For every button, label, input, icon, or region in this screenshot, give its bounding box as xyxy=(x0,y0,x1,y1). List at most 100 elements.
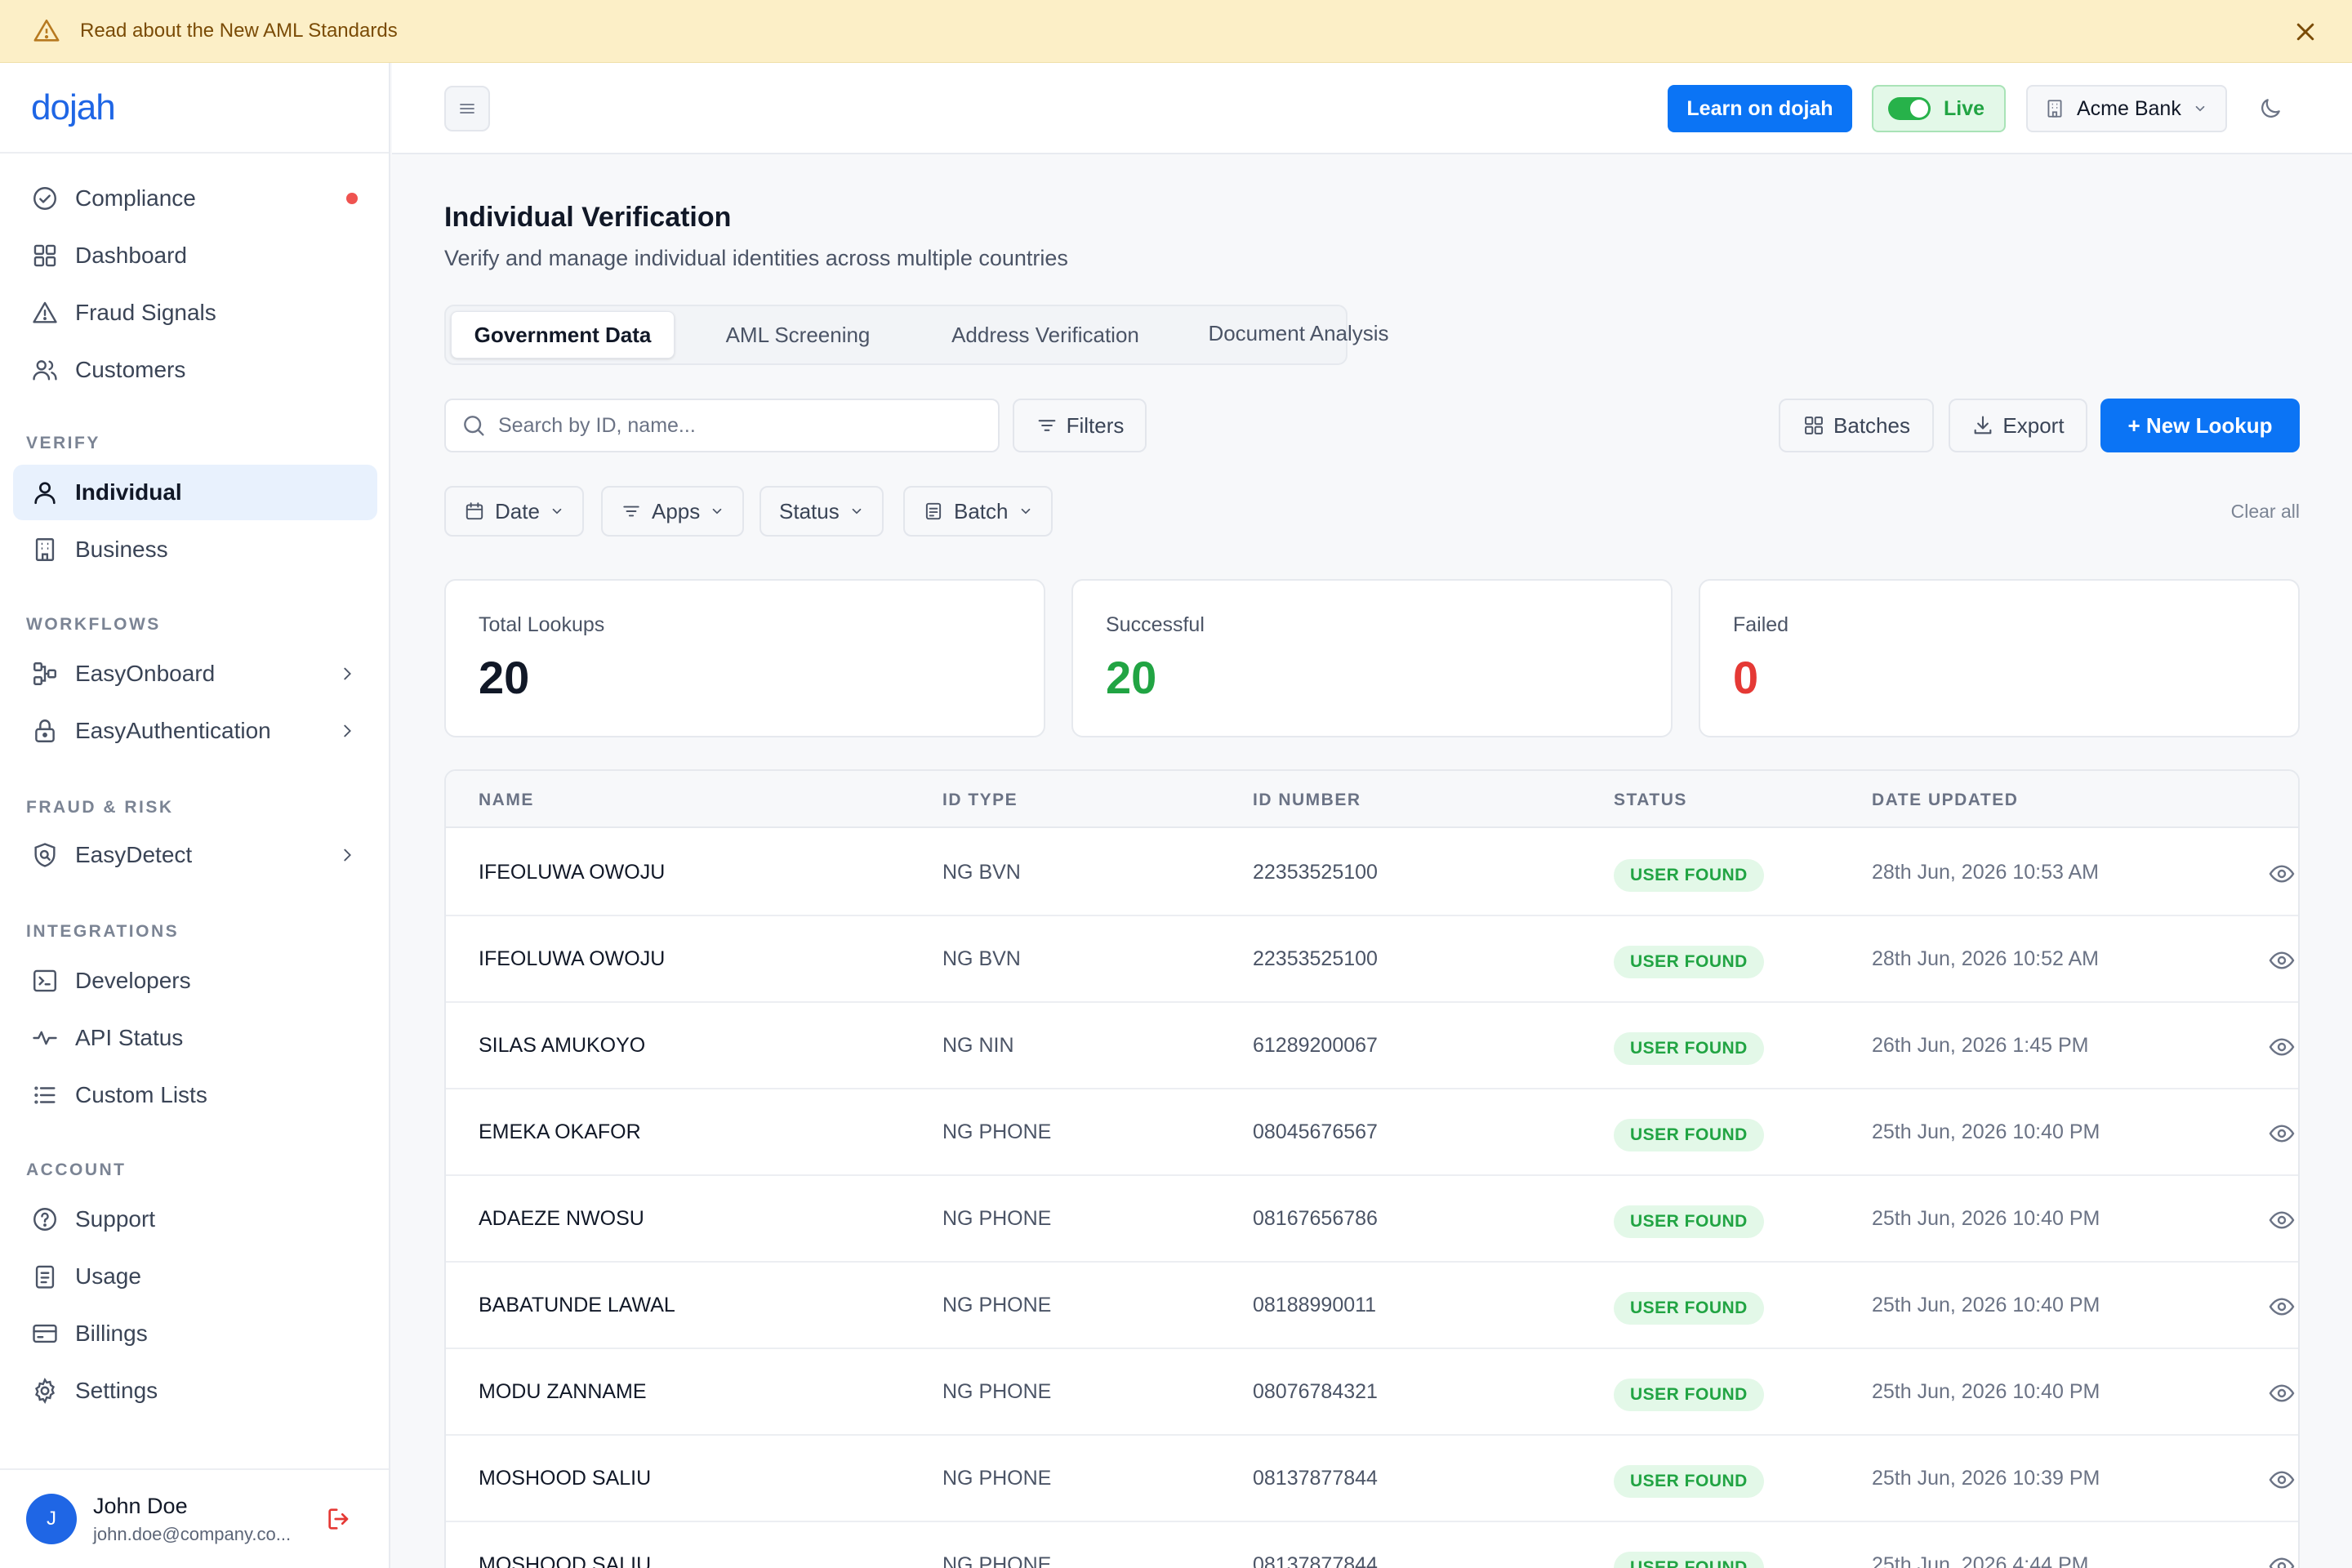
apps-filter-chip[interactable]: Apps xyxy=(601,486,745,537)
flow-icon xyxy=(33,662,56,685)
tab-document-analysis[interactable]: Document Analysis xyxy=(1176,310,1421,357)
table-row[interactable]: IFEOLUWA OWOJU NG BVN 22353525100 USER FOUN… xyxy=(446,830,2298,916)
sidebar-item-support[interactable]: Support xyxy=(13,1192,377,1247)
status-badge: USER FOUND xyxy=(1614,1032,1764,1065)
sidebar-item-business[interactable]: Business xyxy=(13,522,377,577)
status-badge: USER FOUND xyxy=(1614,1292,1764,1325)
notification-dot xyxy=(346,193,358,204)
document-icon xyxy=(925,502,942,520)
sidebar-item-settings[interactable]: Settings xyxy=(13,1363,377,1419)
sidebar-item-easyonboard[interactable]: EasyOnboard xyxy=(13,646,377,702)
tab-address-verification[interactable]: Address Verification xyxy=(916,311,1174,359)
view-eye-icon[interactable] xyxy=(2269,1122,2295,1145)
sidebar-item-dashboard[interactable]: Dashboard xyxy=(13,228,377,283)
sidebar-item-label: Business xyxy=(75,537,168,562)
sidebar-item-easyauthentication[interactable]: EasyAuthentication xyxy=(13,703,377,759)
new-lookup-button[interactable]: + New Lookup xyxy=(2100,399,2300,452)
date-filter-chip[interactable]: Date xyxy=(444,486,584,537)
sidebar-item-custom-lists[interactable]: Custom Lists xyxy=(13,1067,377,1123)
logo-area: dojah xyxy=(0,63,389,154)
live-mode-toggle[interactable]: Live xyxy=(1872,85,2006,132)
organization-switcher[interactable]: Acme Bank xyxy=(2026,85,2227,132)
status-filter-chip[interactable]: Status xyxy=(760,486,884,537)
view-eye-icon[interactable] xyxy=(2269,1555,2295,1568)
view-eye-icon[interactable] xyxy=(2269,1036,2295,1058)
tab-government-data[interactable]: Government Data xyxy=(451,311,675,359)
sidebar-item-label: Compliance xyxy=(75,185,196,211)
cell-id-number: 22353525100 xyxy=(1253,947,1378,970)
sidebar: dojah Compliance Dashboard Fraud Signals… xyxy=(0,63,390,1568)
table-row[interactable]: MOSHOOD SALIU NG PHONE 08137877844 USER FOU… xyxy=(446,1436,2298,1522)
view-eye-icon[interactable] xyxy=(2269,862,2295,885)
sidebar-item-label: Dashboard xyxy=(75,243,187,268)
cell-name: ADAEZE NWOSU xyxy=(479,1207,644,1230)
table-row[interactable]: MOSHOOD SALIU NG PHONE 08137877844 USER FOU… xyxy=(446,1522,2298,1568)
stat-card-total: Total Lookups 20 xyxy=(444,579,1045,737)
topbar: Learn on dojah Live Acme Bank xyxy=(392,63,2352,154)
cell-id-type: NG PHONE xyxy=(942,1207,1052,1230)
column-header-status[interactable]: STATUS xyxy=(1614,791,1687,810)
column-header-date-updated[interactable]: DATE UPDATED xyxy=(1872,791,2018,810)
cell-date-updated: 25th Jun, 2026 10:40 PM xyxy=(1872,1294,2100,1316)
sidebar-item-label: Developers xyxy=(75,968,191,993)
chevron-down-icon xyxy=(2195,105,2205,112)
stat-card-successful: Successful 20 xyxy=(1071,579,1673,737)
cell-name: MODU ZANNAME xyxy=(479,1380,647,1403)
close-icon[interactable] xyxy=(2293,20,2318,44)
search-box[interactable] xyxy=(444,399,1000,452)
stat-label: Successful xyxy=(1106,613,1205,636)
table-row[interactable]: IFEOLUWA OWOJU NG BVN 22353525100 USER FOUN… xyxy=(446,916,2298,1003)
table-row[interactable]: SILAS AMUKOYO NG NIN 61289200067 USER FOUND… xyxy=(446,1003,2298,1089)
batches-button[interactable]: Batches xyxy=(1779,399,1934,452)
view-eye-icon[interactable] xyxy=(2269,1468,2295,1491)
status-badge: USER FOUND xyxy=(1614,1552,1764,1568)
sidebar-item-fraud-signals[interactable]: Fraud Signals xyxy=(13,285,377,341)
user-profile[interactable]: J John Doe john.doe@company.co... xyxy=(0,1468,389,1568)
learn-on-dojah-button[interactable]: Learn on dojah xyxy=(1668,85,1852,132)
chevron-right-icon xyxy=(344,667,351,680)
column-header-name[interactable]: NAME xyxy=(479,791,534,810)
view-eye-icon[interactable] xyxy=(2269,949,2295,972)
view-eye-icon[interactable] xyxy=(2269,1382,2295,1405)
sidebar-item-usage[interactable]: Usage xyxy=(13,1249,377,1304)
sidebar-item-billings[interactable]: Billings xyxy=(13,1306,377,1361)
batch-filter-chip[interactable]: Batch xyxy=(903,486,1053,537)
stat-label: Failed xyxy=(1733,613,1789,636)
menu-toggle-button[interactable] xyxy=(444,86,490,131)
cell-id-number: 08167656786 xyxy=(1253,1207,1378,1230)
sidebar-item-api-status[interactable]: API Status xyxy=(13,1010,377,1066)
credit-card-icon xyxy=(33,1324,57,1343)
filters-button[interactable]: Filters xyxy=(1013,399,1147,452)
logout-icon[interactable] xyxy=(325,1505,353,1533)
shield-search-icon xyxy=(34,843,56,867)
sidebar-item-customers[interactable]: Customers xyxy=(13,342,377,398)
moon-icon[interactable] xyxy=(2257,96,2283,122)
table-row[interactable]: EMEKA OKAFOR NG PHONE 08045676567 USER FOUN… xyxy=(446,1089,2298,1176)
grid-icon xyxy=(1805,416,1823,434)
tab-aml-screening[interactable]: AML Screening xyxy=(679,311,916,359)
table-row[interactable]: BABATUNDE LAWAL NG PHONE 08188990011 USER F… xyxy=(446,1263,2298,1349)
alert-triangle-icon xyxy=(33,301,57,323)
banner-link[interactable]: Read about the New AML Standards xyxy=(80,20,398,42)
filter-icon xyxy=(1038,420,1055,431)
sidebar-item-label: Settings xyxy=(75,1378,158,1403)
cell-date-updated: 28th Jun, 2026 10:53 AM xyxy=(1872,861,2099,884)
cell-date-updated: 25th Jun, 2026 10:40 PM xyxy=(1872,1120,2100,1143)
search-input[interactable] xyxy=(498,413,956,438)
sidebar-item-developers[interactable]: Developers xyxy=(13,953,377,1009)
table-row[interactable]: ADAEZE NWOSU NG PHONE 08167656786 USER FOUN… xyxy=(446,1176,2298,1263)
view-eye-icon[interactable] xyxy=(2269,1209,2295,1232)
cell-id-type: NG PHONE xyxy=(942,1380,1052,1403)
sidebar-item-easydetect[interactable]: EasyDetect xyxy=(13,827,377,883)
clear-all-link[interactable]: Clear all xyxy=(2231,501,2300,523)
export-button[interactable]: Export xyxy=(1949,399,2087,452)
table-row[interactable]: MODU ZANNAME NG PHONE 08076784321 USER FOUN… xyxy=(446,1349,2298,1436)
cell-date-updated: 28th Jun, 2026 10:52 AM xyxy=(1872,947,2099,970)
view-eye-icon[interactable] xyxy=(2269,1295,2295,1318)
sidebar-item-compliance[interactable]: Compliance xyxy=(13,171,377,226)
column-header-id-number[interactable]: ID NUMBER xyxy=(1253,791,1361,810)
dojah-logo[interactable]: dojah xyxy=(31,87,116,128)
sidebar-item-individual[interactable]: Individual xyxy=(13,465,377,520)
section-label-verify: VERIFY xyxy=(26,434,100,452)
column-header-id-type[interactable]: ID TYPE xyxy=(942,791,1018,810)
